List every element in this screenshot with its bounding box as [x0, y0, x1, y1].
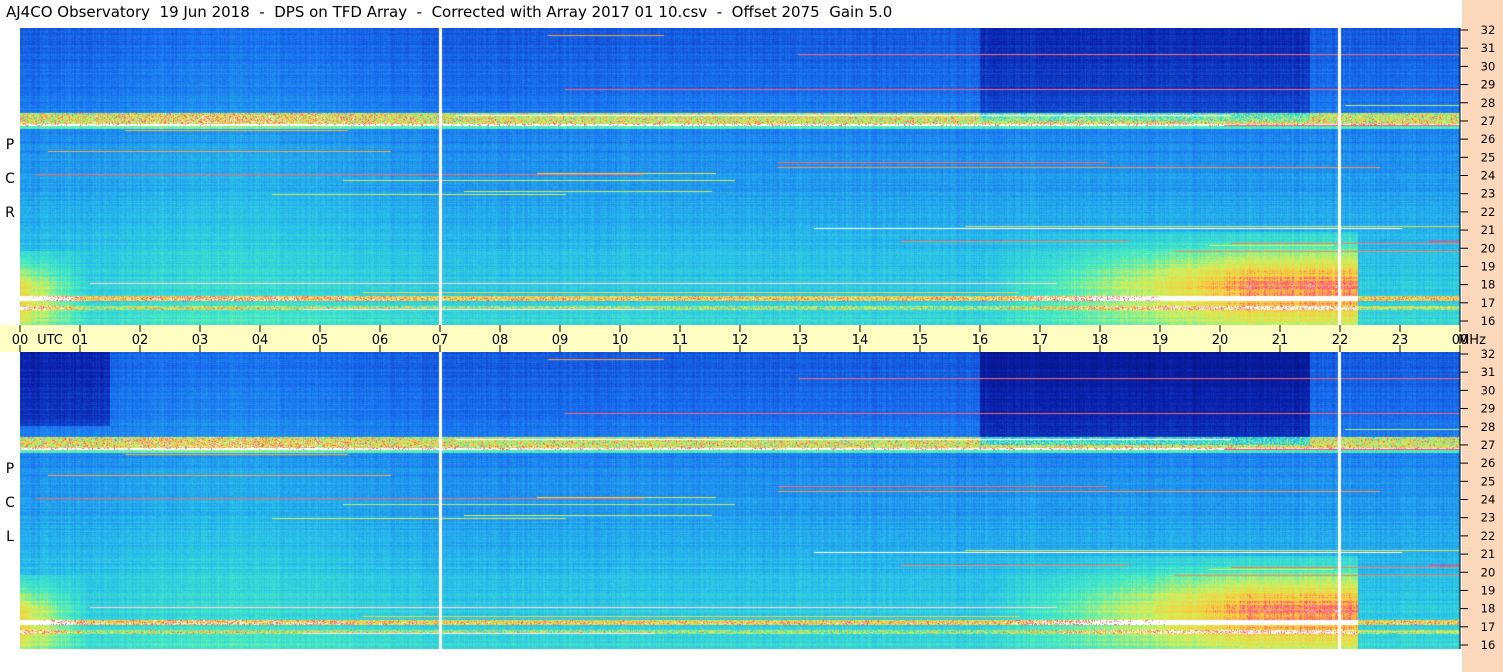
time-tick-label: 06 [372, 333, 389, 348]
freq-tick-label: 22 [1481, 529, 1496, 543]
freq-tick-label: 27 [1481, 438, 1496, 452]
time-tick-label: 14 [852, 333, 869, 348]
freq-tick-label: 26 [1481, 456, 1496, 470]
time-tick-label: 13 [792, 333, 809, 348]
freq-tick-label: 22 [1481, 205, 1496, 219]
time-tick-label: 12 [732, 333, 749, 348]
freq-tick-label: 20 [1481, 565, 1496, 579]
utc-label: UTC [37, 333, 63, 348]
freq-tick-label: 30 [1481, 383, 1496, 397]
freq-tick-label: 17 [1481, 620, 1496, 634]
time-tick-label: 18 [1092, 333, 1109, 348]
time-tick-label: 08 [492, 333, 509, 348]
time-tick-label: 03 [192, 333, 209, 348]
time-tick-label: 04 [252, 333, 269, 348]
freq-tick-label: 24 [1481, 169, 1496, 183]
freq-tick-label: 21 [1481, 223, 1496, 237]
time-tick-label: 20 [1212, 333, 1229, 348]
time-tick-label: 01 [72, 333, 89, 348]
freq-tick-label: 29 [1481, 402, 1496, 416]
freq-tick-label: 31 [1481, 41, 1496, 55]
freq-tick-label: 25 [1481, 474, 1496, 488]
freq-tick-label: 32 [1481, 23, 1496, 37]
time-tick-label: 21 [1272, 333, 1289, 348]
freq-tick-label: 16 [1481, 314, 1496, 328]
freq-tick-label: 24 [1481, 493, 1496, 507]
time-tick-label: 17 [1032, 333, 1049, 348]
time-tick-label: 11 [672, 333, 689, 348]
freq-tick-label: 31 [1481, 365, 1496, 379]
freq-tick-label: 32 [1481, 347, 1496, 361]
freq-tick-label: 17 [1481, 296, 1496, 310]
time-tick-label: 00 [12, 333, 29, 348]
freq-tick-label: 23 [1481, 511, 1496, 525]
time-tick-label: 19 [1152, 333, 1169, 348]
freq-tick-label: 21 [1481, 547, 1496, 561]
freq-tick-label: 28 [1481, 420, 1496, 434]
freq-tick-label: 18 [1481, 278, 1496, 292]
freq-tick-label: 28 [1481, 96, 1496, 110]
freq-tick-label: 29 [1481, 78, 1496, 92]
freq-tick-label: 16 [1481, 638, 1496, 652]
freq-tick-label: 20 [1481, 241, 1496, 255]
time-tick-label: 16 [972, 333, 989, 348]
time-tick-label: 10 [612, 333, 629, 348]
time-tick-label: 15 [912, 333, 929, 348]
time-tick-label: 22 [1332, 333, 1349, 348]
time-tick-label: 05 [312, 333, 329, 348]
time-tick-label: 02 [132, 333, 149, 348]
freq-tick-label: 19 [1481, 259, 1496, 273]
time-tick-label: 09 [552, 333, 569, 348]
freq-tick-label: 27 [1481, 114, 1496, 128]
time-tick-label: 07 [432, 333, 449, 348]
mhz-unit-label: MHz [1458, 333, 1486, 348]
freq-tick-label: 25 [1481, 150, 1496, 164]
freq-tick-label: 26 [1481, 132, 1496, 146]
freq-tick-label: 19 [1481, 583, 1496, 597]
freq-tick-label: 30 [1481, 59, 1496, 73]
freq-tick-label: 23 [1481, 187, 1496, 201]
time-tick-label: 23 [1392, 333, 1409, 348]
axes-overlay: 00 01 02 03 04 05 06 07 08 09 10 11 12 13 14 15 16 17 18 19… [12, 23, 1496, 652]
freq-tick-label: 18 [1481, 602, 1496, 616]
